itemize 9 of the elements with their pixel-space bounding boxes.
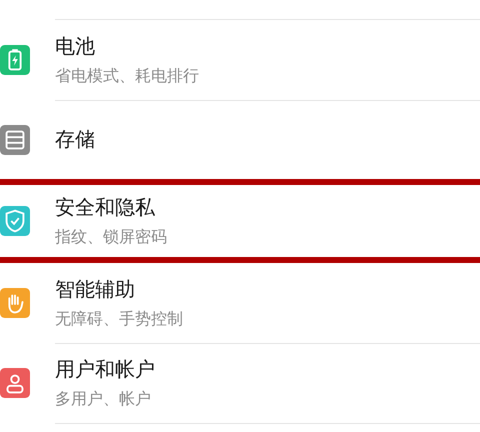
- setting-title[interactable]: 存储: [55, 126, 95, 153]
- setting-description: 省电模式、耗电排行: [55, 66, 199, 86]
- setting-description: 指纹、锁屏密码: [55, 227, 167, 248]
- setting-description: 无障碍、手势控制: [55, 308, 183, 330]
- setting-title[interactable]: 安全和隐私: [55, 194, 155, 221]
- setting-title[interactable]: 电池: [55, 32, 95, 60]
- setting-title[interactable]: 用户和帐户: [55, 356, 155, 382]
- setting-title[interactable]: 智能辅助: [55, 276, 135, 302]
- setting-description: 多用户、帐户: [55, 388, 151, 410]
